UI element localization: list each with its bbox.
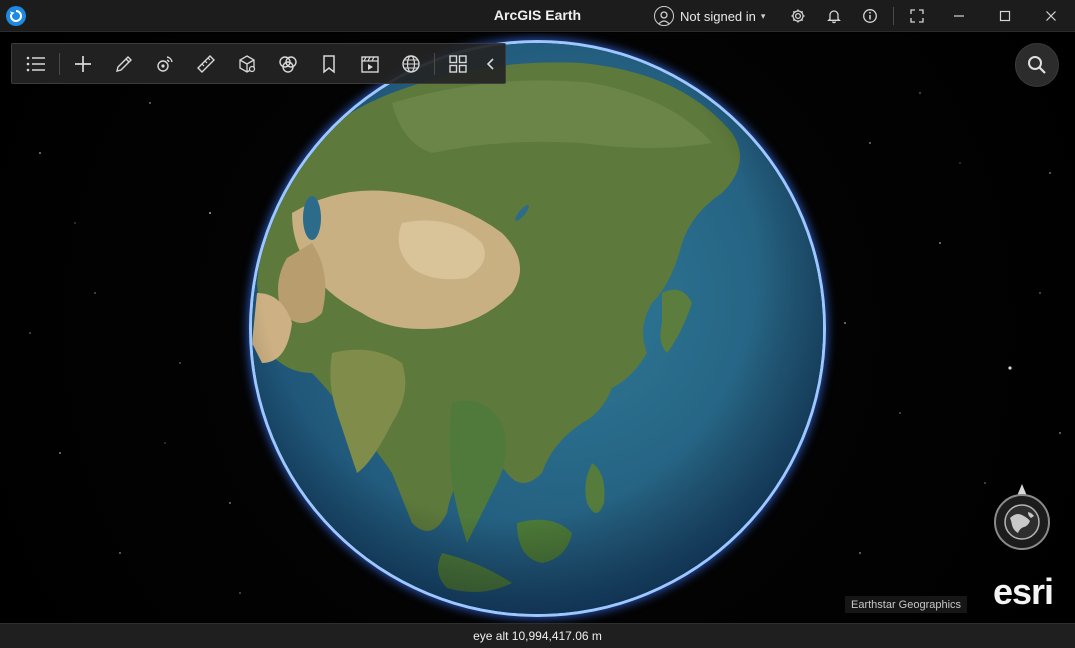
fullscreen-button[interactable] (906, 5, 928, 27)
about-button[interactable] (859, 5, 881, 27)
bell-icon (827, 10, 841, 24)
main-toolbar (11, 43, 506, 84)
3d-analysis-button[interactable] (235, 52, 259, 76)
add-data-button[interactable] (71, 52, 95, 76)
navigation-control[interactable] (990, 482, 1054, 552)
maximize-button[interactable] (994, 5, 1016, 27)
notifications-button[interactable] (823, 5, 845, 27)
fullscreen-icon (910, 9, 924, 23)
eye-altitude-readout: eye alt 10,994,417.06 m (473, 629, 602, 643)
overlay-button[interactable] (276, 52, 300, 76)
user-avatar-icon (654, 6, 674, 26)
measure-button[interactable] (194, 52, 218, 76)
satellite-icon (157, 56, 173, 72)
account-menu-button[interactable]: Not signed in ▾ (654, 5, 765, 27)
search-button[interactable] (1015, 43, 1059, 87)
info-icon (863, 9, 877, 23)
toolbar-divider (59, 53, 60, 75)
list-icon (26, 56, 45, 72)
plus-icon (75, 56, 91, 72)
close-button[interactable] (1040, 5, 1062, 27)
chevron-down-icon: ▾ (760, 10, 766, 21)
settings-button[interactable] (787, 5, 809, 27)
web-maps-button[interactable] (399, 52, 423, 76)
collapse-toolbar-button[interactable] (479, 52, 503, 76)
interactive-analysis-button[interactable] (153, 52, 177, 76)
earth-imagery (252, 43, 823, 614)
overlap-circles-icon (279, 56, 297, 73)
contents-button[interactable] (24, 52, 48, 76)
bookmarks-button[interactable] (317, 52, 341, 76)
map-attribution: Earthstar Geographics (845, 596, 968, 613)
globe-compass-icon (994, 484, 1050, 550)
gear-icon (791, 9, 805, 23)
arcgis-earth-logo-icon (6, 6, 26, 26)
draw-button[interactable] (112, 52, 136, 76)
pencil-icon (116, 56, 132, 72)
maximize-icon (999, 10, 1011, 22)
status-bar: eye alt 10,994,417.06 m (0, 623, 1075, 648)
ruler-icon (197, 55, 215, 73)
titlebar-divider (893, 7, 894, 25)
tour-button[interactable] (358, 52, 382, 76)
minimize-button[interactable] (948, 5, 970, 27)
app-menu-button[interactable] (446, 52, 470, 76)
film-icon (361, 56, 379, 73)
globe[interactable] (246, 37, 829, 620)
close-icon (1046, 11, 1056, 21)
toolbar-divider (434, 53, 435, 75)
map-view[interactable]: Earthstar Geographics esri (0, 33, 1075, 623)
title-bar: ArcGIS Earth Not signed in ▾ (0, 0, 1075, 32)
grid-icon (449, 55, 467, 73)
globe-grid-icon (402, 55, 420, 73)
cube-icon (239, 55, 256, 73)
search-icon (1028, 56, 1046, 74)
esri-logo: esri (993, 571, 1054, 612)
chevron-left-icon (486, 58, 494, 70)
account-label: Not signed in (680, 8, 756, 24)
bookmark-icon (323, 55, 335, 74)
minimize-icon (954, 15, 964, 17)
